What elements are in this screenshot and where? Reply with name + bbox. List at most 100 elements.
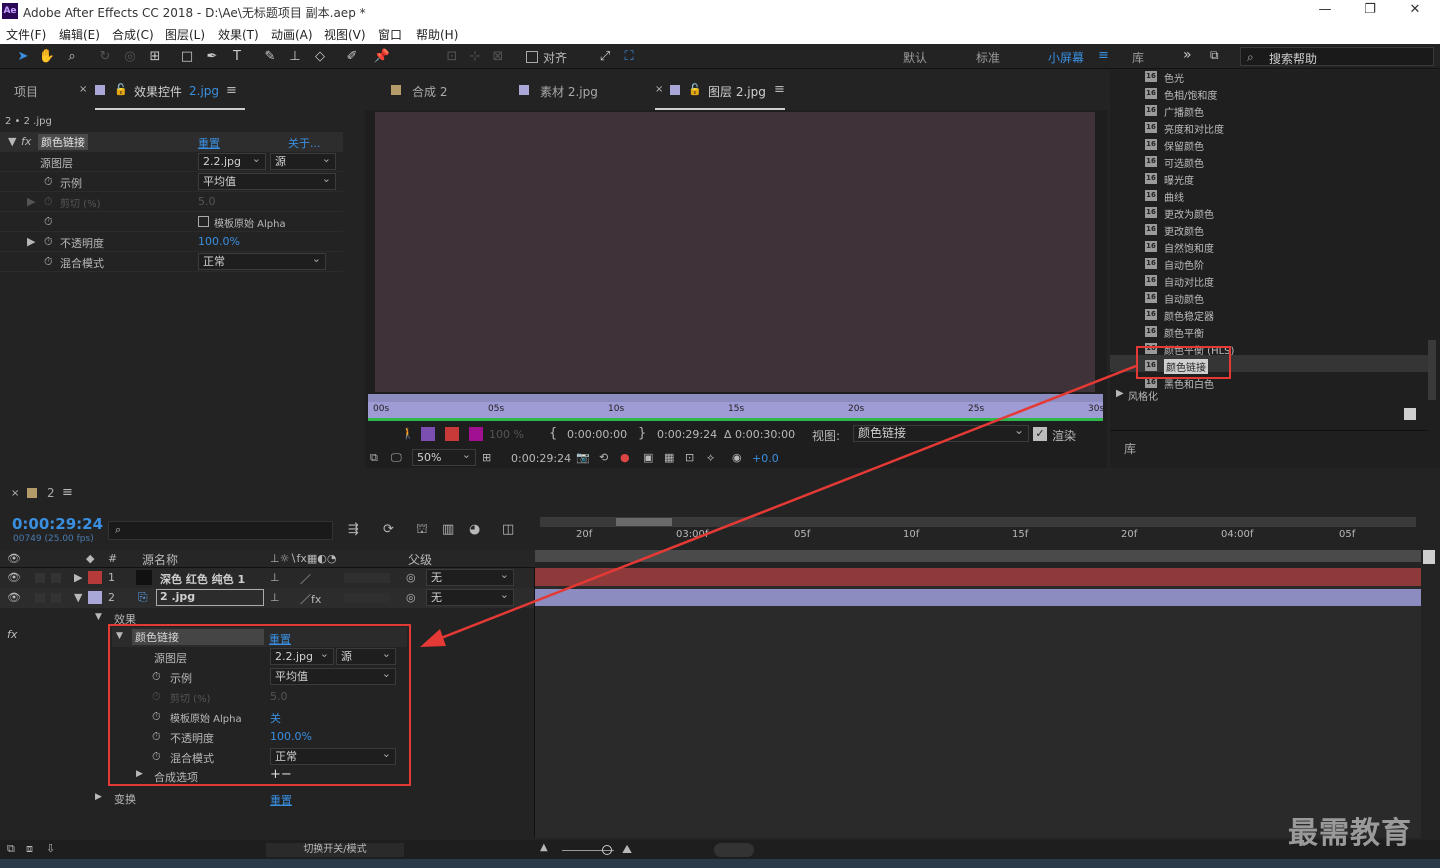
motion-blur-icon[interactable]: ◕ xyxy=(469,522,480,537)
visibility-icon[interactable]: 👁 xyxy=(7,591,21,604)
shy-switch-icon[interactable]: ⊥ xyxy=(270,591,280,604)
close-tab-icon[interactable]: × xyxy=(11,488,19,499)
expand-arrow-icon[interactable]: ▼ xyxy=(8,135,16,148)
in-point-icon[interactable]: { xyxy=(549,426,557,441)
effect-list-item[interactable]: 16 色光 xyxy=(1145,68,1435,85)
selection-tool-icon[interactable]: ➤ xyxy=(14,48,32,66)
workspace-library[interactable]: 库 xyxy=(1132,49,1144,66)
track-bar-layer-1[interactable] xyxy=(535,568,1421,586)
effect-list-item[interactable]: 16 亮度和对比度 xyxy=(1145,119,1435,136)
tab-project[interactable]: 项目 xyxy=(14,83,38,100)
layer-color-label[interactable] xyxy=(88,571,102,584)
close-tab-icon[interactable]: × xyxy=(655,84,663,95)
rotate-tool-icon[interactable]: ↻ xyxy=(96,48,114,66)
solo-toggle[interactable] xyxy=(35,593,45,603)
effect-list-item[interactable]: 16 更改颜色 xyxy=(1145,221,1435,238)
expand-arrow-icon[interactable]: ▶ xyxy=(27,235,35,248)
more-workspaces-icon[interactable]: » xyxy=(1183,47,1192,63)
panel-menu-icon[interactable]: ≡ xyxy=(226,83,237,98)
exposure-reset-icon[interactable]: ◉ xyxy=(732,451,742,464)
parent-dropdown[interactable]: 无 xyxy=(426,567,514,586)
stopwatch-icon[interactable]: ⏱ xyxy=(44,215,53,229)
motion-icon-red[interactable] xyxy=(445,427,459,441)
playhead-marker[interactable] xyxy=(1423,550,1435,564)
expand-arrow-icon[interactable]: ▶ xyxy=(1116,388,1124,399)
pickwhip-icon[interactable]: ◎ xyxy=(406,571,416,584)
effect-list-item[interactable]: 16 自动颜色 xyxy=(1145,289,1435,306)
shy-layers-icon[interactable]: ⛫ xyxy=(416,522,428,539)
toggle-switches-modes[interactable]: 切换开关/模式 xyxy=(266,843,404,857)
fx-icon[interactable]: fx xyxy=(21,135,31,148)
tab-footage[interactable]: 素材 2.jpg xyxy=(540,83,598,100)
layer-color-label[interactable] xyxy=(88,591,102,604)
modes-icon[interactable]: ⧈ xyxy=(26,842,33,856)
effect-name[interactable]: 颜色链接 xyxy=(38,134,88,150)
expand-arrow-icon[interactable]: ▶ xyxy=(95,792,102,802)
transparency-grid-icon[interactable]: ▦ xyxy=(664,451,674,464)
layer-name[interactable]: 2 .jpg xyxy=(156,589,264,606)
tab-layer[interactable]: 图层 2.jpg xyxy=(708,83,766,100)
new-bin-icon[interactable] xyxy=(1404,408,1416,420)
av-features-icon[interactable]: 👁 xyxy=(7,552,21,565)
tab-timeline-comp[interactable]: 2 xyxy=(47,486,55,500)
roi-icon[interactable]: ▣ xyxy=(643,451,653,464)
source-type-dropdown[interactable]: 源 xyxy=(270,151,336,170)
stopwatch-icon[interactable]: ⏱ xyxy=(44,175,53,189)
snap-checkbox[interactable] xyxy=(526,51,538,63)
channel-icon[interactable]: ● xyxy=(620,451,630,464)
effect-list-item[interactable]: 16 自然饱和度 xyxy=(1145,238,1435,255)
snap-option-icon[interactable]: ⤢ xyxy=(596,48,614,66)
local-axis-icon[interactable]: ⊡ xyxy=(443,48,461,66)
menu-file[interactable]: 文件(F) xyxy=(6,26,46,43)
text-tool-icon[interactable]: T xyxy=(228,48,246,66)
render-checkbox[interactable]: ✓ xyxy=(1033,427,1047,441)
opacity-value[interactable]: 100.0% xyxy=(198,235,240,248)
workspace-small-screen[interactable]: 小屏幕 xyxy=(1048,49,1084,66)
lock-toggle[interactable] xyxy=(51,573,61,583)
graph-editor-icon[interactable]: ◫ xyxy=(502,522,514,537)
stopwatch-icon[interactable]: ⏱ xyxy=(44,235,53,249)
layer-ruler[interactable]: 00s 05s 10s 15s 20s 25s 30s xyxy=(368,402,1104,418)
navigator-handle[interactable] xyxy=(616,518,672,526)
color-swatch[interactable] xyxy=(469,427,483,441)
roto-brush-tool-icon[interactable]: ✐ xyxy=(343,48,361,66)
label-column-icon[interactable]: ◆ xyxy=(86,552,94,565)
exposure-value[interactable]: +0.0 xyxy=(752,452,779,465)
parent-dropdown[interactable]: 无 xyxy=(426,587,514,606)
close-icon[interactable]: ✕ xyxy=(1400,2,1430,17)
visibility-icon[interactable]: 👁 xyxy=(7,571,21,584)
viewer-canvas[interactable] xyxy=(375,112,1095,392)
close-tab-icon[interactable]: × xyxy=(79,84,87,95)
column-parent[interactable]: 父级 xyxy=(408,551,432,568)
track-bar-layer-2[interactable] xyxy=(535,589,1421,606)
panel-menu-icon[interactable]: ≡ xyxy=(774,82,785,97)
effect-switch-icon[interactable]: ／fx xyxy=(300,591,321,607)
hand-tool-icon[interactable]: ✋ xyxy=(38,48,56,66)
fx-icon[interactable]: fx xyxy=(7,628,17,641)
collapse-arrow-icon[interactable]: ▼ xyxy=(74,591,82,604)
zoom-in-icon[interactable]: ⛰ xyxy=(622,842,632,857)
timeline-ruler[interactable]: 20f 03:00f 05f 10f 15f 20f 04:00f 05f xyxy=(540,528,1420,550)
reset-link[interactable]: 重置 xyxy=(198,135,220,151)
work-area-bar[interactable] xyxy=(535,550,1421,562)
pan-behind-tool-icon[interactable]: ⊞ xyxy=(146,48,164,66)
effect-list-item[interactable]: 16 颜色稳定器 xyxy=(1145,306,1435,323)
about-link[interactable]: 关于... xyxy=(288,135,321,151)
help-search-input[interactable]: ⌕ 搜索帮助 xyxy=(1240,47,1434,66)
transform-label[interactable]: 变换 xyxy=(114,791,136,807)
tab-effect-controls[interactable]: 效果控件 xyxy=(134,83,182,100)
zoom-slider-thumb[interactable] xyxy=(602,845,612,855)
effect-list-item[interactable]: 16 颜色平衡 xyxy=(1145,323,1435,340)
menu-window[interactable]: 窗口 xyxy=(378,26,402,43)
onion-skin-icon[interactable]: 🚶 xyxy=(401,427,415,440)
camera-tool-icon[interactable]: ◎ xyxy=(121,48,139,66)
rectangle-tool-icon[interactable]: □ xyxy=(178,48,196,66)
track-area[interactable] xyxy=(535,568,1421,838)
clone-stamp-tool-icon[interactable]: ⊥ xyxy=(286,48,304,66)
lock-icon[interactable]: 🔓 xyxy=(688,83,702,96)
menu-layer[interactable]: 图层(L) xyxy=(165,26,205,43)
world-axis-icon[interactable]: ⊹ xyxy=(466,48,484,66)
layer-range-bar[interactable] xyxy=(368,394,1103,402)
zoom-out-icon[interactable]: ▲ xyxy=(540,842,548,853)
tab-composition[interactable]: 合成 2 xyxy=(412,83,447,100)
